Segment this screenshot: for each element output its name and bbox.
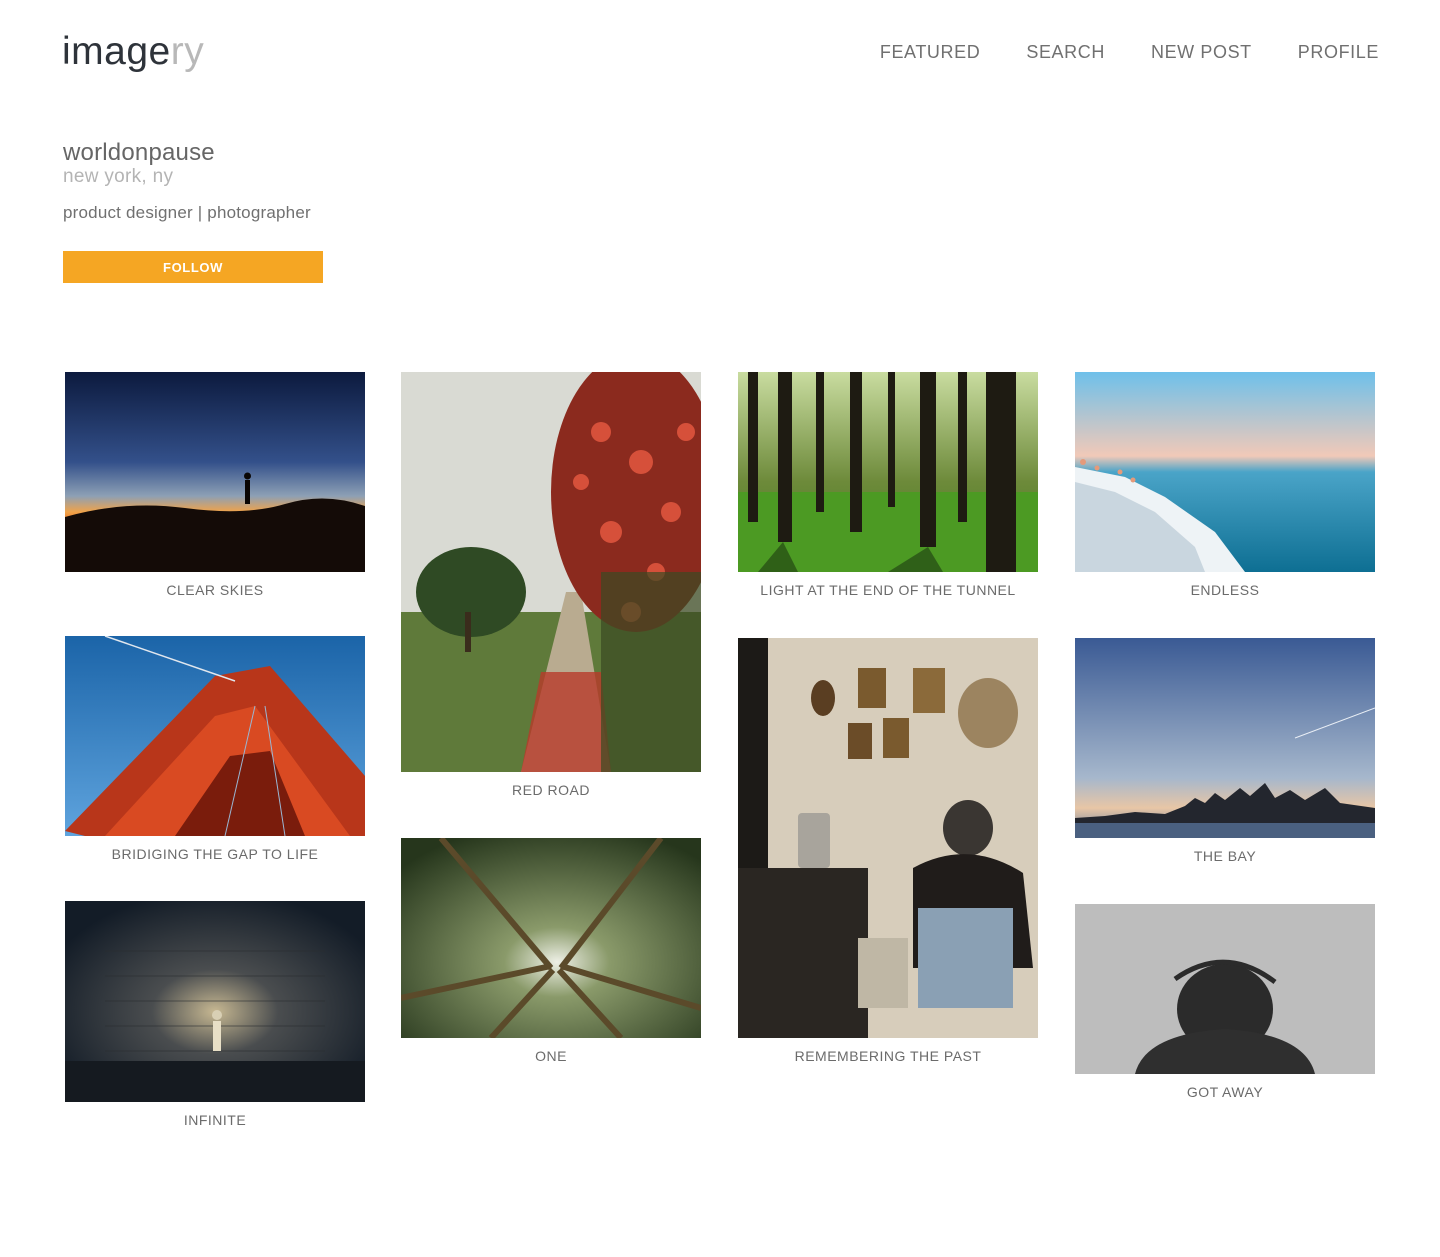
main-nav: FEATURED SEARCH NEW POST PROFILE — [834, 41, 1379, 63]
photo-title: LIGHT AT THE END OF THE TUNNEL — [760, 582, 1016, 598]
site-logo[interactable]: imagery — [62, 30, 204, 74]
photo-thumbnail[interactable] — [738, 372, 1038, 572]
photo-thumbnail[interactable] — [65, 372, 365, 572]
nav-new-post[interactable]: NEW POST — [1151, 41, 1252, 63]
photo-thumbnail[interactable] — [1075, 904, 1375, 1074]
photo-card: GOT AWAY — [1075, 904, 1375, 1100]
photo-thumbnail[interactable] — [738, 638, 1038, 1038]
nav-search[interactable]: SEARCH — [1026, 41, 1105, 63]
photo-thumbnail[interactable] — [1075, 372, 1375, 572]
profile-location: new york, ny — [63, 166, 174, 187]
photo-title: INFINITE — [183, 1112, 247, 1128]
photo-card: BRIDIGING THE GAP TO LIFE — [65, 636, 365, 862]
photo-card: CLEAR SKIES — [65, 372, 365, 598]
photo-thumbnail[interactable] — [1075, 638, 1375, 838]
nav-featured[interactable]: FEATURED — [880, 41, 980, 63]
photo-title: CLEAR SKIES — [166, 582, 264, 598]
profile-info: worldonpause new york, ny product design… — [63, 139, 311, 224]
profile-username: worldonpause — [63, 139, 215, 166]
photo-title: GOT AWAY — [1186, 1084, 1264, 1100]
follow-button[interactable]: FOLLOW — [63, 251, 323, 283]
photo-thumbnail[interactable] — [401, 838, 701, 1038]
photo-title: RED ROAD — [512, 782, 590, 798]
photo-card: LIGHT AT THE END OF THE TUNNEL — [738, 372, 1038, 598]
photo-card: RED ROAD — [401, 372, 701, 798]
photo-card: ONE — [401, 838, 701, 1064]
photo-card: REMEMBERING THE PAST — [738, 638, 1038, 1064]
photo-title: ONE — [535, 1048, 567, 1064]
photo-title: BRIDIGING THE GAP TO LIFE — [111, 846, 319, 862]
photo-thumbnail[interactable] — [65, 636, 365, 836]
photo-title: ENDLESS — [1190, 582, 1260, 598]
photo-card: ENDLESS — [1075, 372, 1375, 598]
photo-card: INFINITE — [65, 901, 365, 1128]
photo-title: THE BAY — [1193, 848, 1257, 864]
logo-main: image — [62, 30, 171, 73]
logo-faded: ry — [170, 30, 205, 73]
photo-card: THE BAY — [1075, 638, 1375, 864]
photo-thumbnail[interactable] — [401, 372, 701, 772]
photo-title: REMEMBERING THE PAST — [794, 1048, 982, 1064]
profile-bio: product designer | photographer — [63, 203, 311, 222]
nav-profile[interactable]: PROFILE — [1298, 41, 1379, 63]
photo-thumbnail[interactable] — [65, 901, 365, 1102]
